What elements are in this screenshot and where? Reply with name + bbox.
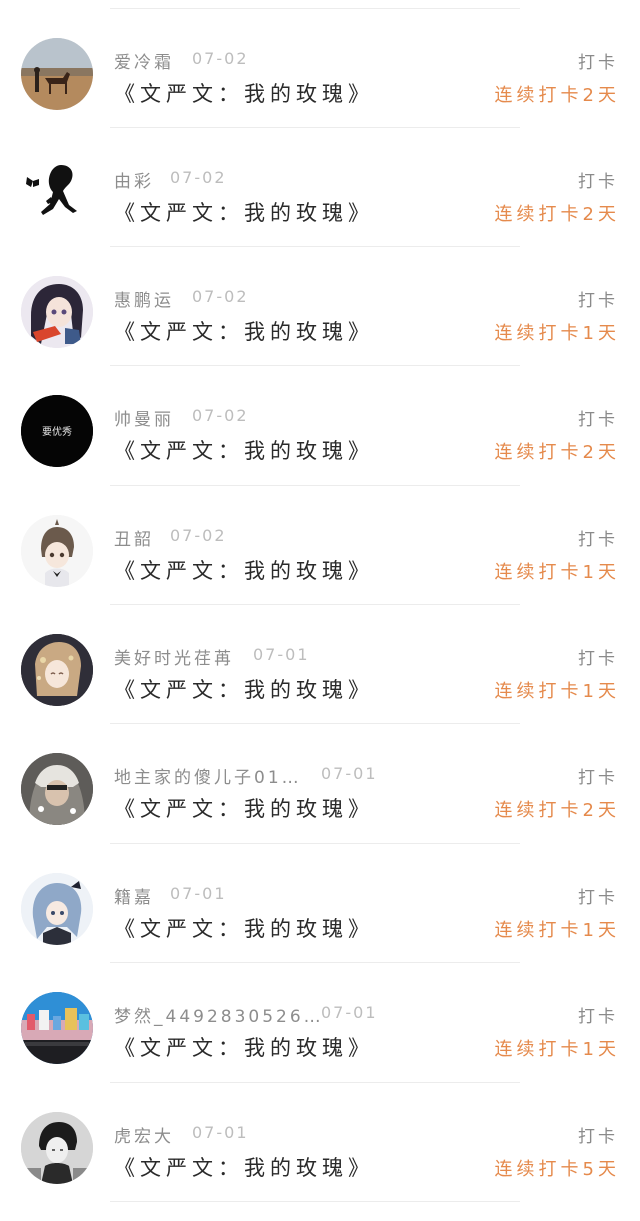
- butterfly-silhouette-avatar-icon[interactable]: [21, 157, 93, 229]
- streak-label: 连续打卡1天: [494, 920, 620, 941]
- streak-label: 连续打卡1天: [494, 1039, 620, 1060]
- list-item[interactable]: 地主家的傻儿子01… 07-01 《文严文：我的玫瑰》 打卡 连续打卡2天: [0, 723, 640, 842]
- checkin-label: 打卡: [578, 768, 618, 788]
- user-name[interactable]: 帅曼丽: [114, 405, 174, 430]
- book-title[interactable]: 《文严文：我的玫瑰》: [114, 316, 374, 346]
- user-name[interactable]: 由彩: [114, 167, 154, 192]
- checkin-date: 07-02: [192, 406, 249, 425]
- streak-label: 连续打卡2天: [494, 85, 620, 106]
- book-title[interactable]: 《文严文：我的玫瑰》: [114, 674, 374, 704]
- list-item[interactable]: 虎宏大 07-01 《文严文：我的玫瑰》 打卡 连续打卡5天: [0, 1082, 640, 1201]
- book-title[interactable]: 《文严文：我的玫瑰》: [114, 913, 374, 943]
- checkin-label: 打卡: [578, 53, 618, 73]
- streak-label: 连续打卡5天: [494, 1159, 620, 1180]
- list-item[interactable]: 由彩 07-02 《文严文：我的玫瑰》 打卡 连续打卡2天: [0, 127, 640, 246]
- checkin-label: 打卡: [578, 410, 618, 430]
- book-title[interactable]: 《文严文：我的玫瑰》: [114, 793, 374, 823]
- anime-girl-avatar-icon[interactable]: [21, 276, 93, 348]
- checkin-label: 打卡: [578, 172, 618, 192]
- list-item[interactable]: 美好时光荏苒 07-01 《文严文：我的玫瑰》 打卡 连续打卡1天: [0, 604, 640, 723]
- streak-label: 连续打卡1天: [494, 681, 620, 702]
- book-title[interactable]: 《文严文：我的玫瑰》: [114, 555, 374, 585]
- checkin-label: 打卡: [578, 888, 618, 908]
- blue-hair-girl-avatar-icon[interactable]: [21, 873, 93, 945]
- checkin-label: 打卡: [578, 530, 618, 550]
- list-item[interactable]: 爱冷霜 07-02 《文严文：我的玫瑰》 打卡 连续打卡2天: [0, 8, 640, 127]
- streak-label: 连续打卡1天: [494, 562, 620, 583]
- checkin-date: 07-02: [192, 287, 249, 306]
- user-name[interactable]: 丑韶: [114, 525, 154, 550]
- book-title[interactable]: 《文严文：我的玫瑰》: [114, 1032, 374, 1062]
- hooded-person-avatar-icon[interactable]: [21, 753, 93, 825]
- checkin-label: 打卡: [578, 649, 618, 669]
- anime-boy-avatar-icon[interactable]: [21, 515, 93, 587]
- checkin-date: 07-01: [253, 645, 310, 664]
- streak-label: 连续打卡2天: [494, 442, 620, 463]
- book-title[interactable]: 《文严文：我的玫瑰》: [114, 435, 374, 465]
- list-item[interactable]: 梦然_4492830526… 07-01 《文严文：我的玫瑰》 打卡 连续打卡1…: [0, 962, 640, 1081]
- user-name[interactable]: 爱冷霜: [114, 48, 174, 73]
- list-item[interactable]: 惠鹏运 07-02 《文严文：我的玫瑰》 打卡 连续打卡1天: [0, 246, 640, 365]
- checkin-date: 07-01: [192, 1123, 249, 1142]
- user-name[interactable]: 梦然_4492830526…: [114, 1002, 324, 1027]
- checkin-date: 07-02: [170, 526, 227, 545]
- list-item[interactable]: 籍嘉 07-01 《文严文：我的玫瑰》 打卡 连续打卡1天: [0, 843, 640, 962]
- checkin-label: 打卡: [578, 1127, 618, 1147]
- streak-label: 连续打卡2天: [494, 204, 620, 225]
- streak-label: 连续打卡1天: [494, 323, 620, 344]
- checkin-date: 07-01: [321, 1003, 378, 1022]
- checkin-list: 爱冷霜 07-02 《文严文：我的玫瑰》 打卡 连续打卡2天 由彩 07-02 …: [0, 0, 640, 1221]
- book-title[interactable]: 《文严文：我的玫瑰》: [114, 197, 374, 227]
- avatar-text: 要优秀: [42, 425, 72, 438]
- illustrated-girl-avatar-icon[interactable]: [21, 634, 93, 706]
- checkin-date: 07-02: [192, 49, 249, 68]
- divider: [110, 1201, 520, 1202]
- vintage-portrait-avatar-icon[interactable]: [21, 1112, 93, 1184]
- checkin-label: 打卡: [578, 1007, 618, 1027]
- user-name[interactable]: 惠鹏运: [114, 286, 174, 311]
- user-name[interactable]: 籍嘉: [114, 883, 154, 908]
- desert-horse-avatar-icon[interactable]: [21, 38, 93, 110]
- book-title[interactable]: 《文严文：我的玫瑰》: [114, 78, 374, 108]
- list-item[interactable]: 要优秀 帅曼丽 07-02 《文严文：我的玫瑰》 打卡 连续打卡2天: [0, 365, 640, 484]
- checkin-date: 07-01: [170, 884, 227, 903]
- list-item[interactable]: 丑韶 07-02 《文严文：我的玫瑰》 打卡 连续打卡1天: [0, 485, 640, 604]
- checkin-label: 打卡: [578, 291, 618, 311]
- checkin-date: 07-01: [321, 764, 378, 783]
- black-text-avatar-icon[interactable]: 要优秀: [21, 395, 93, 467]
- streak-label: 连续打卡2天: [494, 800, 620, 821]
- user-name[interactable]: 地主家的傻儿子01…: [114, 763, 302, 788]
- checkin-date: 07-02: [170, 168, 227, 187]
- user-name[interactable]: 虎宏大: [114, 1122, 174, 1147]
- user-name[interactable]: 美好时光荏苒: [114, 644, 234, 669]
- city-photo-avatar-icon[interactable]: [21, 992, 93, 1064]
- book-title[interactable]: 《文严文：我的玫瑰》: [114, 1152, 374, 1182]
